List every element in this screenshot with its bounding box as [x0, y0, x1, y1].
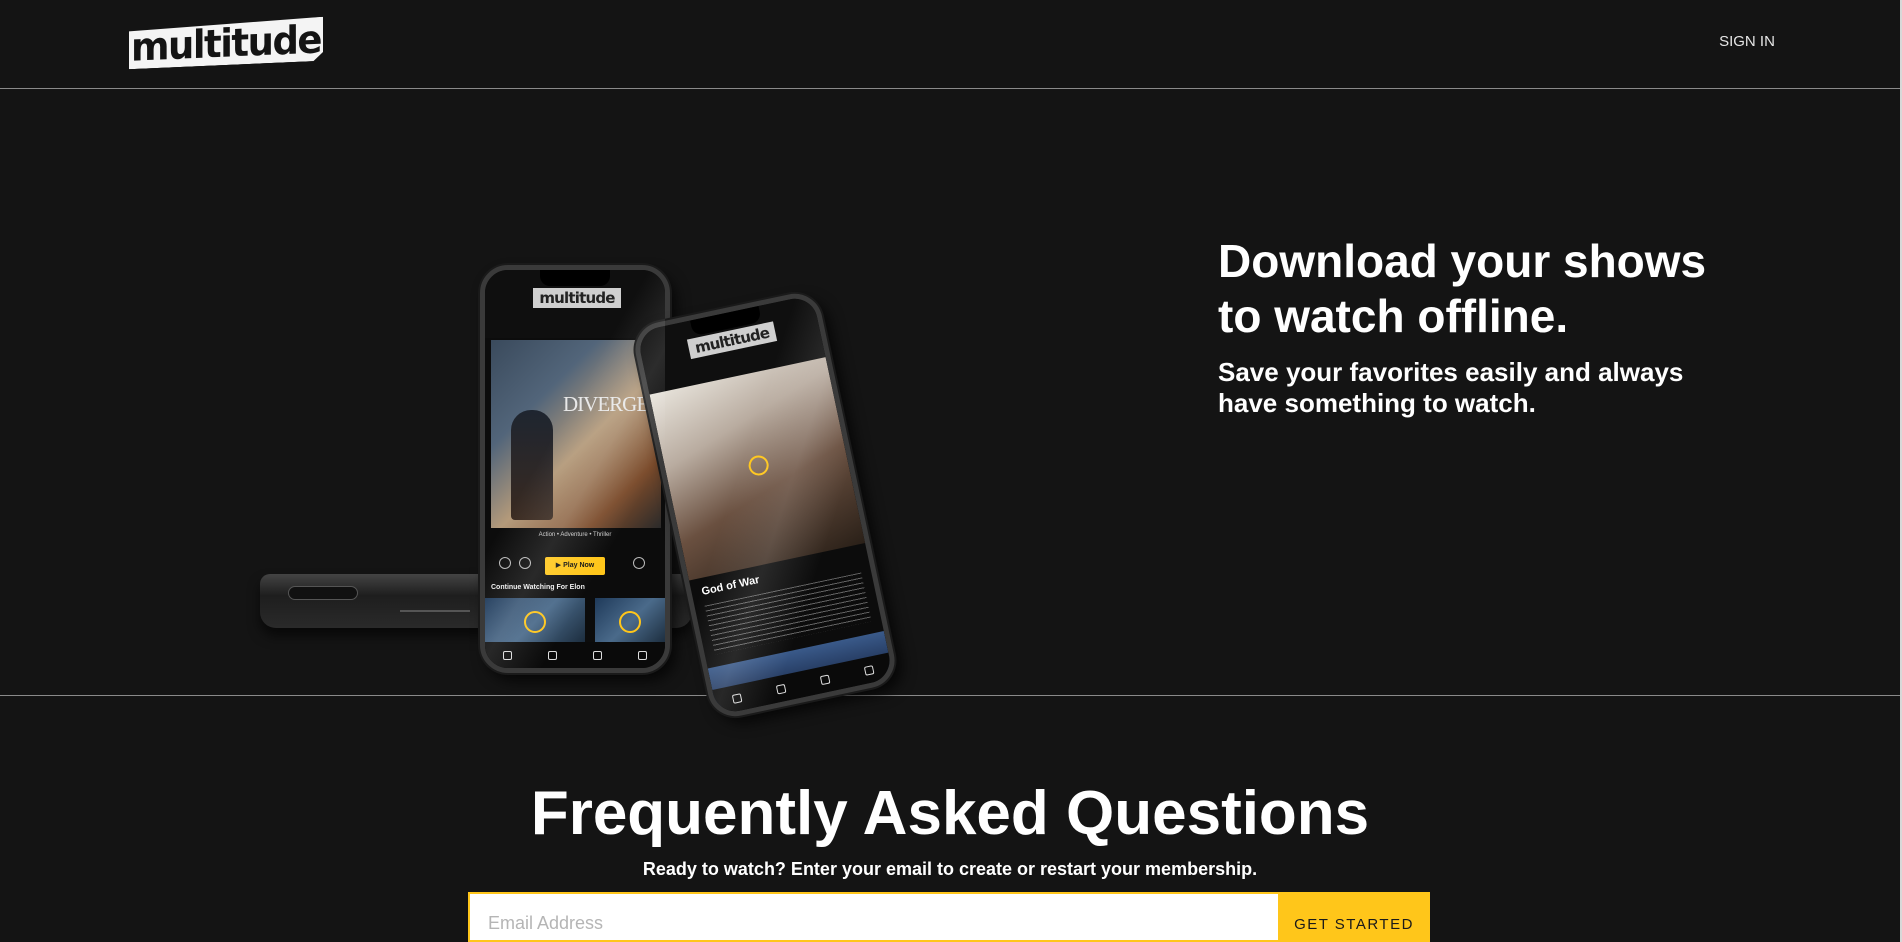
sign-in-link[interactable]: SIGN IN	[1712, 30, 1782, 54]
phone-front: multitude DIVERGENT Action • Adventure •…	[480, 265, 670, 673]
add-icon	[775, 683, 787, 695]
gow-title: God of War	[700, 573, 761, 598]
phone-mockup-image: multitude DIVERGENT Action • Adventure •…	[250, 174, 910, 722]
phone-edge-line	[400, 610, 470, 612]
download-icon	[593, 650, 602, 660]
play-circle-icon	[619, 611, 641, 633]
email-field[interactable]	[468, 892, 1278, 942]
profile-icon	[638, 650, 647, 660]
genre-line: Action • Adventure • Thriller	[538, 532, 612, 538]
download-icon	[819, 673, 831, 685]
dislike-icon	[519, 557, 531, 569]
details-icon	[633, 557, 645, 569]
continue-watching-label: Continue Watching For Elon	[491, 584, 585, 591]
like-icon	[499, 557, 511, 569]
continue-thumb	[595, 598, 665, 646]
faq-title: Frequently Asked Questions	[530, 779, 1370, 848]
poster-figure	[511, 410, 553, 520]
phone-notch	[540, 270, 610, 286]
brand-logo-text: multitude	[130, 16, 322, 70]
get-started-button[interactable]: GET STARTED	[1278, 892, 1430, 942]
page: multitude SIGN IN multitude DIVERGENT Ac…	[0, 0, 1902, 942]
continue-thumb	[485, 598, 585, 646]
email-signup-form: GET STARTED	[468, 892, 1430, 942]
membership-cta-text: Ready to watch? Enter your email to crea…	[642, 859, 1258, 879]
app-logo: multitude	[533, 288, 621, 308]
home-icon	[503, 650, 512, 660]
feature-subtitle: Save your favorites easily and always ha…	[1218, 357, 1684, 418]
play-now-button: ▶ Play Now	[545, 557, 605, 575]
play-circle-icon	[524, 611, 546, 633]
app-tab-bar	[485, 642, 665, 668]
home-icon	[731, 692, 743, 704]
camera-module	[288, 586, 358, 600]
site-header: multitude SIGN IN	[0, 0, 1900, 89]
feature-title: Download your shows to watch offline.	[1218, 235, 1707, 342]
add-icon	[548, 650, 557, 660]
brand-logo[interactable]: multitude	[129, 17, 323, 69]
profile-icon	[863, 664, 875, 676]
play-circle-icon	[746, 453, 771, 478]
phone-tilted: multitude God of War	[630, 288, 900, 722]
gow-poster	[649, 357, 866, 581]
download-feature-section: multitude DIVERGENT Action • Adventure •…	[0, 89, 1900, 722]
featured-poster: DIVERGENT	[491, 340, 665, 528]
